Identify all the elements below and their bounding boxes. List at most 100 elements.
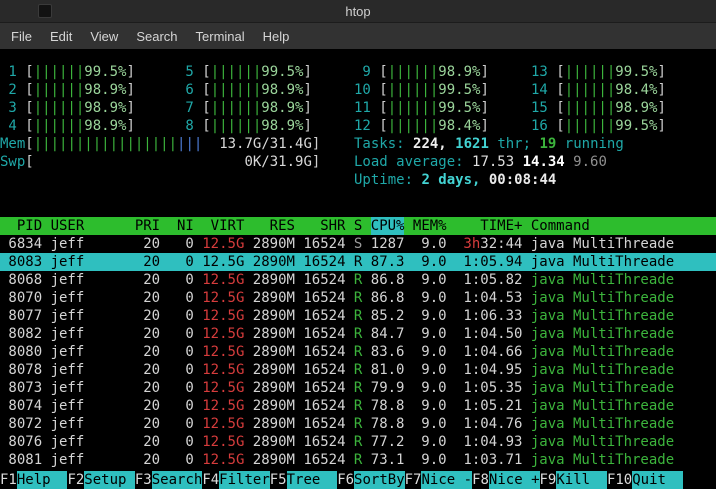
cell-command: java MultiThreade	[531, 289, 716, 307]
cpu-meter-bar: ||||||	[34, 100, 85, 116]
meter-open-bracket: [	[194, 118, 211, 134]
function-key-number: F5	[270, 471, 287, 489]
column-header-pid[interactable]: PID	[0, 217, 42, 235]
cell-user: jeff	[51, 325, 127, 343]
cell-res: 2890M	[253, 379, 295, 397]
function-key-button[interactable]: F8Nice +	[472, 471, 539, 489]
process-row[interactable]: 8074jeff20012.5G2890M16524R78.89.01:05.2…	[0, 397, 716, 415]
cell-virt: 12.5G	[202, 433, 244, 451]
menu-item[interactable]: Edit	[41, 26, 81, 47]
process-row[interactable]: 8081jeff20012.5G2890M16524R73.19.01:03.7…	[0, 451, 716, 469]
cpu-meter-id: 10	[354, 81, 371, 99]
cpu-meter: 14 [||||||98.4%]	[531, 81, 716, 99]
cell-pri: 20	[135, 415, 160, 433]
process-row[interactable]: 8070jeff20012.5G2890M16524R86.89.01:04.5…	[0, 289, 716, 307]
cell-command: java MultiThreade	[531, 271, 716, 289]
cell-time: 1:03.71	[455, 451, 522, 469]
memory-usage-value: 13.7G/31.4G	[219, 136, 312, 152]
cell-time: 3h32:44	[455, 235, 522, 253]
cell-time: 1:04.66	[455, 343, 522, 361]
cell-time: 1:04.53	[455, 289, 522, 307]
cell-cpu-percent: 83.6	[371, 343, 405, 361]
cell-time: 1:04.76	[455, 415, 522, 433]
titlebar[interactable]: htop	[0, 0, 716, 23]
function-key-button[interactable]: F9Kill	[540, 471, 607, 489]
menu-item[interactable]: File	[2, 26, 41, 47]
cell-pri: 20	[135, 379, 160, 397]
cell-state: R	[354, 433, 362, 451]
column-header-time[interactable]: TIME+	[455, 217, 522, 235]
cell-mem-percent: 9.0	[413, 235, 447, 253]
column-header-mem[interactable]: MEM%	[413, 217, 447, 235]
cpu-meter-bar: ||||||	[565, 64, 616, 80]
cpu-meter-id: 8	[177, 117, 194, 135]
cell-state: R	[354, 361, 362, 379]
function-key-button[interactable]: F6SortBy	[337, 471, 404, 489]
cpu-meter-bar: ||||||	[34, 118, 85, 134]
function-key-number: F6	[337, 471, 354, 489]
cpu-meter-bar: ||||||	[565, 82, 616, 98]
cell-cpu-percent: 84.7	[371, 325, 405, 343]
cpu-meter-bar: ||||||	[388, 100, 439, 116]
function-key-button[interactable]: F7Nice -	[405, 471, 472, 489]
meter-open-bracket: [	[17, 64, 34, 80]
process-row[interactable]: 6834jeff20012.5G2890M16524S12879.03h32:4…	[0, 235, 716, 253]
column-header-state[interactable]: S	[354, 217, 362, 235]
column-header-res[interactable]: RES	[253, 217, 295, 235]
cell-user: jeff	[51, 415, 127, 433]
cpu-meter-bar: ||||||	[565, 118, 616, 134]
process-row[interactable]: 8083jeff20012.5G2890M16524R87.39.01:05.9…	[0, 253, 716, 271]
cell-user: jeff	[51, 253, 127, 271]
process-row[interactable]: 8073jeff20012.5G2890M16524R79.99.01:05.3…	[0, 379, 716, 397]
column-header-pri[interactable]: PRI	[135, 217, 160, 235]
function-key-button[interactable]: F4Filter	[202, 471, 269, 489]
menu-item[interactable]: Help	[254, 26, 299, 47]
column-header-ni[interactable]: NI	[169, 217, 194, 235]
function-key-number: F7	[405, 471, 422, 489]
cell-pri: 20	[135, 397, 160, 415]
cell-res: 2890M	[253, 415, 295, 433]
menu-item[interactable]: View	[81, 26, 127, 47]
cpu-meter: 16 [||||||99.5%]	[531, 117, 716, 135]
function-key-button[interactable]: F5Tree	[270, 471, 337, 489]
cell-pid: 8080	[0, 343, 42, 361]
terminal-icon	[38, 4, 52, 18]
threads-label: thr;	[497, 136, 539, 152]
column-header-virt[interactable]: VIRT	[202, 217, 244, 235]
cpu-meter-id: 4	[0, 117, 17, 135]
function-key-button[interactable]: F10Quit	[607, 471, 683, 489]
cpu-meter: 9 [||||||98.9%]	[354, 63, 531, 81]
function-key-label: Setup	[84, 471, 135, 489]
process-row[interactable]: 8072jeff20012.5G2890M16524R78.89.01:04.7…	[0, 415, 716, 433]
meter-close-bracket: ]	[480, 100, 488, 116]
function-key-number: F2	[67, 471, 84, 489]
process-row[interactable]: 8080jeff20012.5G2890M16524R83.69.01:04.6…	[0, 343, 716, 361]
cell-virt: 12.5G	[202, 343, 244, 361]
column-header-shr[interactable]: SHR	[303, 217, 345, 235]
cell-shr: 16524	[303, 289, 345, 307]
cell-virt: 12.5G	[202, 253, 244, 271]
process-row[interactable]: 8078jeff20012.5G2890M16524R81.09.01:04.9…	[0, 361, 716, 379]
menu-item[interactable]: Search	[127, 26, 186, 47]
function-key-button[interactable]: F3Search	[135, 471, 202, 489]
process-row[interactable]: 8077jeff20012.5G2890M16524R85.29.01:06.3…	[0, 307, 716, 325]
column-header-user[interactable]: USER	[51, 217, 127, 235]
function-key-button[interactable]: F1Help	[0, 471, 67, 489]
cell-pri: 20	[135, 271, 160, 289]
window-title: htop	[345, 4, 370, 19]
cell-shr: 16524	[303, 361, 345, 379]
terminal-window: htop File Edit View Search Terminal Help…	[0, 0, 716, 489]
cell-state: R	[354, 343, 362, 361]
cell-state: R	[354, 379, 362, 397]
cell-virt: 12.5G	[202, 379, 244, 397]
function-key-button[interactable]: F2Setup	[67, 471, 134, 489]
process-row[interactable]: 8068jeff20012.5G2890M16524R86.89.01:05.8…	[0, 271, 716, 289]
cpu-meter-id: 16	[531, 117, 548, 135]
cell-virt: 12.5G	[202, 325, 244, 343]
meter-gap	[202, 136, 219, 152]
process-row[interactable]: 8082jeff20012.5G2890M16524R84.79.01:04.5…	[0, 325, 716, 343]
process-row[interactable]: 8076jeff20012.5G2890M16524R77.29.01:04.9…	[0, 433, 716, 451]
column-header-cpu-sort[interactable]: CPU%	[371, 217, 405, 235]
menu-item[interactable]: Terminal	[187, 26, 254, 47]
column-header-command[interactable]: Command	[531, 217, 716, 235]
